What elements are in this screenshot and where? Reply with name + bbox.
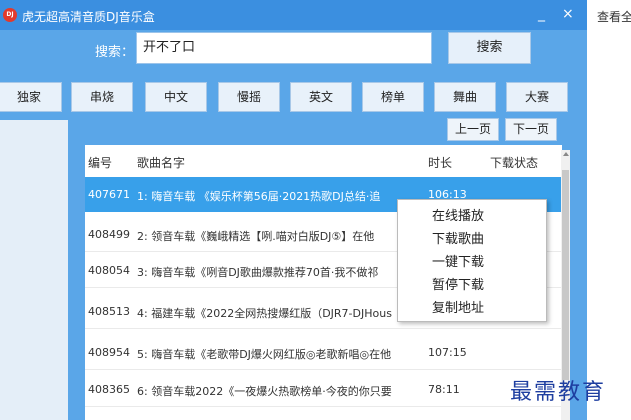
search-label: 搜索：: [95, 45, 135, 60]
menu-item-pause-download[interactable]: 暂停下载: [432, 274, 484, 293]
minimize-button[interactable]: _: [538, 6, 545, 22]
menu-item-play-online[interactable]: 在线播放: [432, 205, 484, 224]
tab-contest[interactable]: 大赛: [506, 82, 568, 112]
menu-item-copy-address[interactable]: 复制地址: [432, 297, 484, 316]
row-name: 3: 嗨音车载《咧音DJ歌曲爆款推荐70首·我不做祁: [137, 266, 379, 279]
table-row[interactable]: 408365 6: 领音车载2022《一夜爆火热歌榜单·今夜的你只要 78:11: [85, 372, 562, 407]
table-row[interactable]: 408954 5: 嗨音车载《老歌带DJ爆火网红版◎老歌新唱◎在他 107:15: [85, 335, 562, 370]
search-input[interactable]: 开不了口: [136, 32, 432, 64]
search-button[interactable]: 搜索: [448, 32, 531, 64]
watermark-text: 最需教育: [510, 380, 607, 405]
app-logo-icon: DJ: [3, 8, 17, 22]
prev-page-button[interactable]: 上一页: [447, 118, 499, 141]
view-all-link[interactable]: 查看全: [597, 8, 631, 25]
row-id: 408954: [88, 346, 130, 359]
row-duration: 78:11: [428, 383, 460, 396]
tab-medley[interactable]: 串烧: [71, 82, 133, 112]
row-id: 408513: [88, 305, 130, 318]
header-id: 编号: [88, 156, 113, 170]
header-status: 下载状态: [490, 156, 539, 170]
list-header: 编号 歌曲名字 时长 下载状态: [85, 145, 562, 175]
header-duration: 时长: [428, 156, 453, 170]
app-window: DJ 虎无超高清音质DJ音乐盒 _ × 搜索： 开不了口 搜索 独家 串烧 中文…: [0, 0, 587, 420]
tab-chinese[interactable]: 中文: [145, 82, 207, 112]
tab-dance[interactable]: 舞曲: [434, 82, 496, 112]
row-name: 2: 领音车载《巍峨精选【咧.喵对白版DJ⑤】在他: [137, 230, 375, 243]
tab-exclusive[interactable]: 独家: [0, 82, 62, 112]
header-name: 歌曲名字: [137, 156, 186, 170]
title-bar: DJ 虎无超高清音质DJ音乐盒 _ ×: [0, 0, 587, 30]
row-id: 408499: [88, 228, 130, 241]
window-title: 虎无超高清音质DJ音乐盒: [22, 10, 155, 24]
close-button[interactable]: ×: [562, 6, 574, 22]
row-name: 1: 嗨音车载 《娱乐杯第56届·2021热歌DJ总结·追: [137, 190, 381, 203]
tab-english[interactable]: 英文: [290, 82, 352, 112]
menu-item-download-song[interactable]: 下载歌曲: [432, 228, 484, 247]
row-id: 408365: [88, 383, 130, 396]
row-id: 408054: [88, 264, 130, 277]
row-duration: 107:15: [428, 346, 467, 359]
tab-charts[interactable]: 榜单: [362, 82, 424, 112]
next-page-button[interactable]: 下一页: [505, 118, 557, 141]
menu-item-one-click-download[interactable]: 一键下载: [432, 251, 484, 270]
scroll-thumb[interactable]: [562, 170, 569, 380]
row-id: 407671: [88, 188, 130, 201]
row-name: 6: 领音车载2022《一夜爆火热歌榜单·今夜的你只要: [137, 385, 392, 398]
row-name: 4: 福建车载《2022全网热搜爆红版（DJR7-DJHous: [137, 307, 392, 320]
scroll-up-arrow-icon[interactable]: [563, 152, 569, 156]
row-name: 5: 嗨音车载《老歌带DJ爆火网红版◎老歌新唱◎在他: [137, 348, 392, 361]
context-menu: 在线播放 下载歌曲 一键下载 暂停下载 复制地址: [397, 199, 547, 322]
tab-slow-rock[interactable]: 慢摇: [218, 82, 280, 112]
side-panel: [0, 120, 68, 420]
